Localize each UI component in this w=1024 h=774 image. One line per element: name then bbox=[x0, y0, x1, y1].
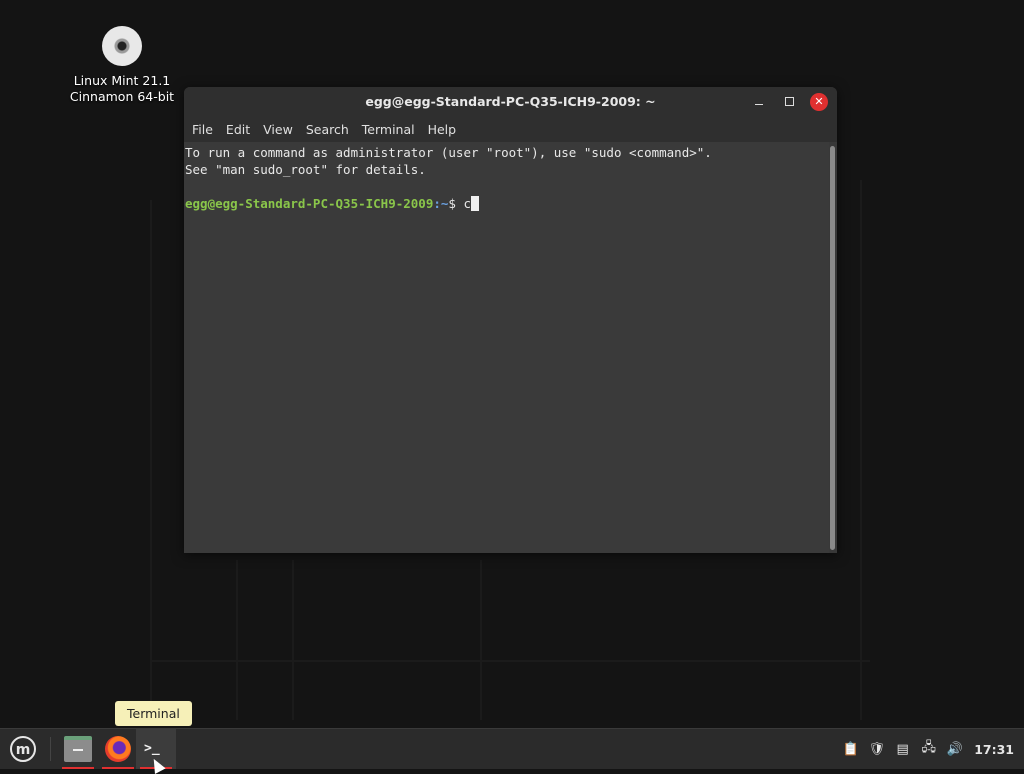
desktop-icon-label-line2: Cinnamon 64-bit bbox=[69, 89, 175, 104]
volume-icon[interactable]: 🔊 bbox=[946, 741, 963, 758]
wallpaper-line bbox=[150, 200, 152, 720]
wallpaper-line bbox=[480, 560, 482, 720]
terminal-line: To run a command as administrator (user … bbox=[185, 145, 712, 160]
terminal-prompt-line[interactable]: egg@egg-Standard-PC-Q35-ICH9-2009:~$ c bbox=[185, 195, 829, 212]
maximize-icon bbox=[784, 97, 794, 106]
menu-file[interactable]: File bbox=[186, 122, 219, 137]
taskbar-tooltip: Terminal bbox=[115, 701, 192, 726]
maximize-button[interactable] bbox=[780, 93, 798, 111]
system-tray: 📋 🛡 ▤ 🖧 🔊 17:31 bbox=[842, 729, 1014, 769]
desktop-icon-linux-mint[interactable]: Linux Mint 21.1 Cinnamon 64-bit bbox=[62, 26, 182, 105]
menu-terminal[interactable]: Terminal bbox=[356, 122, 421, 137]
clipboard-icon[interactable]: 📋 bbox=[842, 741, 859, 758]
minimize-button[interactable] bbox=[750, 93, 768, 111]
wallpaper-line bbox=[860, 180, 862, 720]
menu-help[interactable]: Help bbox=[422, 122, 463, 137]
menu-view[interactable]: View bbox=[257, 122, 299, 137]
files-launcher[interactable] bbox=[58, 729, 98, 769]
close-icon: ✕ bbox=[814, 95, 824, 108]
prompt-path: :~ bbox=[433, 196, 449, 211]
text-cursor bbox=[471, 196, 480, 211]
linux-mint-logo-icon: m bbox=[10, 736, 36, 762]
firefox-icon bbox=[105, 736, 131, 762]
clock[interactable]: 17:31 bbox=[974, 742, 1014, 757]
prompt-symbol: $ bbox=[448, 196, 464, 211]
scrollbar[interactable] bbox=[830, 146, 835, 550]
menu-edit[interactable]: Edit bbox=[220, 122, 256, 137]
terminal-icon: >_ bbox=[144, 741, 160, 756]
menu-search[interactable]: Search bbox=[300, 122, 355, 137]
folder-icon bbox=[64, 736, 92, 762]
menu-button[interactable]: m bbox=[0, 729, 46, 769]
terminal-output[interactable]: To run a command as administrator (user … bbox=[184, 142, 829, 553]
terminal-window: egg@egg-Standard-PC-Q35-ICH9-2009: ~ ✕ F… bbox=[184, 87, 837, 553]
desktop-icon-label-line1: Linux Mint 21.1 bbox=[73, 73, 171, 88]
window-titlebar[interactable]: egg@egg-Standard-PC-Q35-ICH9-2009: ~ ✕ bbox=[184, 87, 837, 116]
shield-icon[interactable]: 🛡 bbox=[868, 741, 885, 758]
minimize-icon bbox=[755, 103, 763, 106]
close-button[interactable]: ✕ bbox=[810, 93, 828, 111]
wallpaper-line bbox=[236, 560, 238, 720]
running-indicator bbox=[62, 767, 94, 769]
notes-icon[interactable]: ▤ bbox=[894, 741, 911, 758]
disc-icon bbox=[102, 26, 142, 66]
firefox-launcher[interactable] bbox=[98, 729, 138, 769]
terminal-line: See "man sudo_root" for details. bbox=[185, 162, 426, 177]
prompt-user: egg@egg-Standard-PC-Q35-ICH9-2009 bbox=[185, 196, 434, 211]
taskbar-separator bbox=[50, 737, 51, 761]
network-icon[interactable]: 🖧 bbox=[920, 740, 937, 758]
terminal-input[interactable]: c bbox=[463, 196, 471, 211]
running-indicator bbox=[102, 767, 134, 769]
wallpaper-line bbox=[292, 560, 294, 720]
menubar: File Edit View Search Terminal Help bbox=[184, 116, 837, 142]
window-title: egg@egg-Standard-PC-Q35-ICH9-2009: ~ bbox=[365, 94, 656, 109]
wallpaper-line bbox=[150, 660, 870, 662]
